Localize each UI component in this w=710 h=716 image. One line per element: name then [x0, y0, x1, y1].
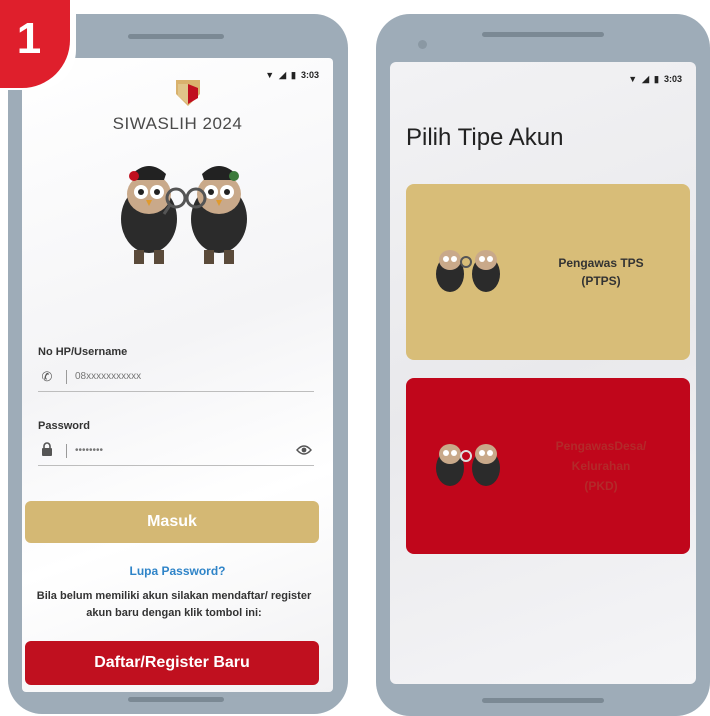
- account-option-pkd[interactable]: PengawasDesa/ Kelurahan (PKD): [406, 378, 690, 554]
- wifi-icon: ▼: [265, 69, 275, 80]
- login-button[interactable]: Masuk: [25, 501, 319, 543]
- phone-frame-login: ▼ ◢ ▮ 3:03 SIWASLIH 2024 No HP/Username …: [8, 14, 348, 714]
- phone-frame-account-type: ▼ ◢ ▮ 3:03 Pilih Tipe Akun Pengawas TPS …: [376, 14, 710, 716]
- status-bar: ▼ ◢ ▮ 3:03: [628, 74, 682, 84]
- wifi-icon: ▼: [628, 73, 638, 84]
- battery-icon: ▮: [654, 73, 659, 84]
- battery-icon: ▮: [291, 69, 296, 80]
- speaker-grille: [482, 32, 604, 37]
- password-field[interactable]: [38, 436, 314, 466]
- password-input[interactable]: [75, 445, 294, 456]
- option-title: PengawasDesa/: [555, 439, 647, 453]
- home-indicator: [482, 698, 604, 703]
- step-number-badge: 1: [0, 0, 70, 88]
- option-subtitle: Kelurahan: [571, 459, 631, 473]
- register-button[interactable]: Daftar/Register Baru: [25, 641, 319, 685]
- password-label: Password: [38, 420, 90, 432]
- option-title: Pengawas TPS: [558, 256, 644, 270]
- username-input[interactable]: [75, 371, 314, 382]
- step-badge-frame: 1: [0, 0, 76, 90]
- signal-icon: ◢: [642, 73, 650, 84]
- account-option-ptps[interactable]: Pengawas TPS (PTPS): [406, 184, 690, 360]
- status-time: 3:03: [663, 74, 682, 84]
- phone-icon: ✆: [41, 368, 53, 384]
- field-divider: [66, 443, 67, 458]
- status-time: 3:03: [300, 70, 319, 80]
- show-password-eye-icon[interactable]: [294, 443, 314, 459]
- lock-icon: [38, 442, 56, 459]
- username-label: No HP/Username: [38, 346, 128, 358]
- username-field[interactable]: ✆: [38, 362, 314, 392]
- app-title: SIWASLIH 2024: [112, 114, 243, 133]
- front-camera: [418, 40, 427, 49]
- home-indicator: [128, 697, 224, 702]
- forgot-password-link[interactable]: Lupa Password?: [22, 564, 333, 578]
- account-type-screen: ▼ ◢ ▮ 3:03 Pilih Tipe Akun Pengawas TPS …: [390, 62, 696, 684]
- owl-mascot-icon: [436, 250, 500, 292]
- owl-mascot-illustration: [121, 166, 247, 264]
- option-label: Pengawas TPS (PTPS): [516, 254, 686, 290]
- option-abbrev: (PTPS): [581, 274, 621, 288]
- page-title: Pilih Tipe Akun: [406, 124, 564, 151]
- option-abbrev: (PKD): [584, 479, 618, 493]
- field-divider: [66, 369, 67, 384]
- option-label: PengawasDesa/ Kelurahan (PKD): [516, 436, 686, 496]
- register-note: Bila belum memiliki akun silakan mendaft…: [36, 590, 312, 619]
- speaker-grille: [128, 34, 224, 39]
- status-bar: ▼ ◢ ▮ 3:03: [265, 70, 319, 80]
- owl-mascot-icon: [436, 444, 500, 486]
- login-screen: ▼ ◢ ▮ 3:03 SIWASLIH 2024 No HP/Username …: [22, 58, 333, 692]
- bawaslu-logo: [176, 80, 200, 106]
- signal-icon: ◢: [279, 69, 287, 80]
